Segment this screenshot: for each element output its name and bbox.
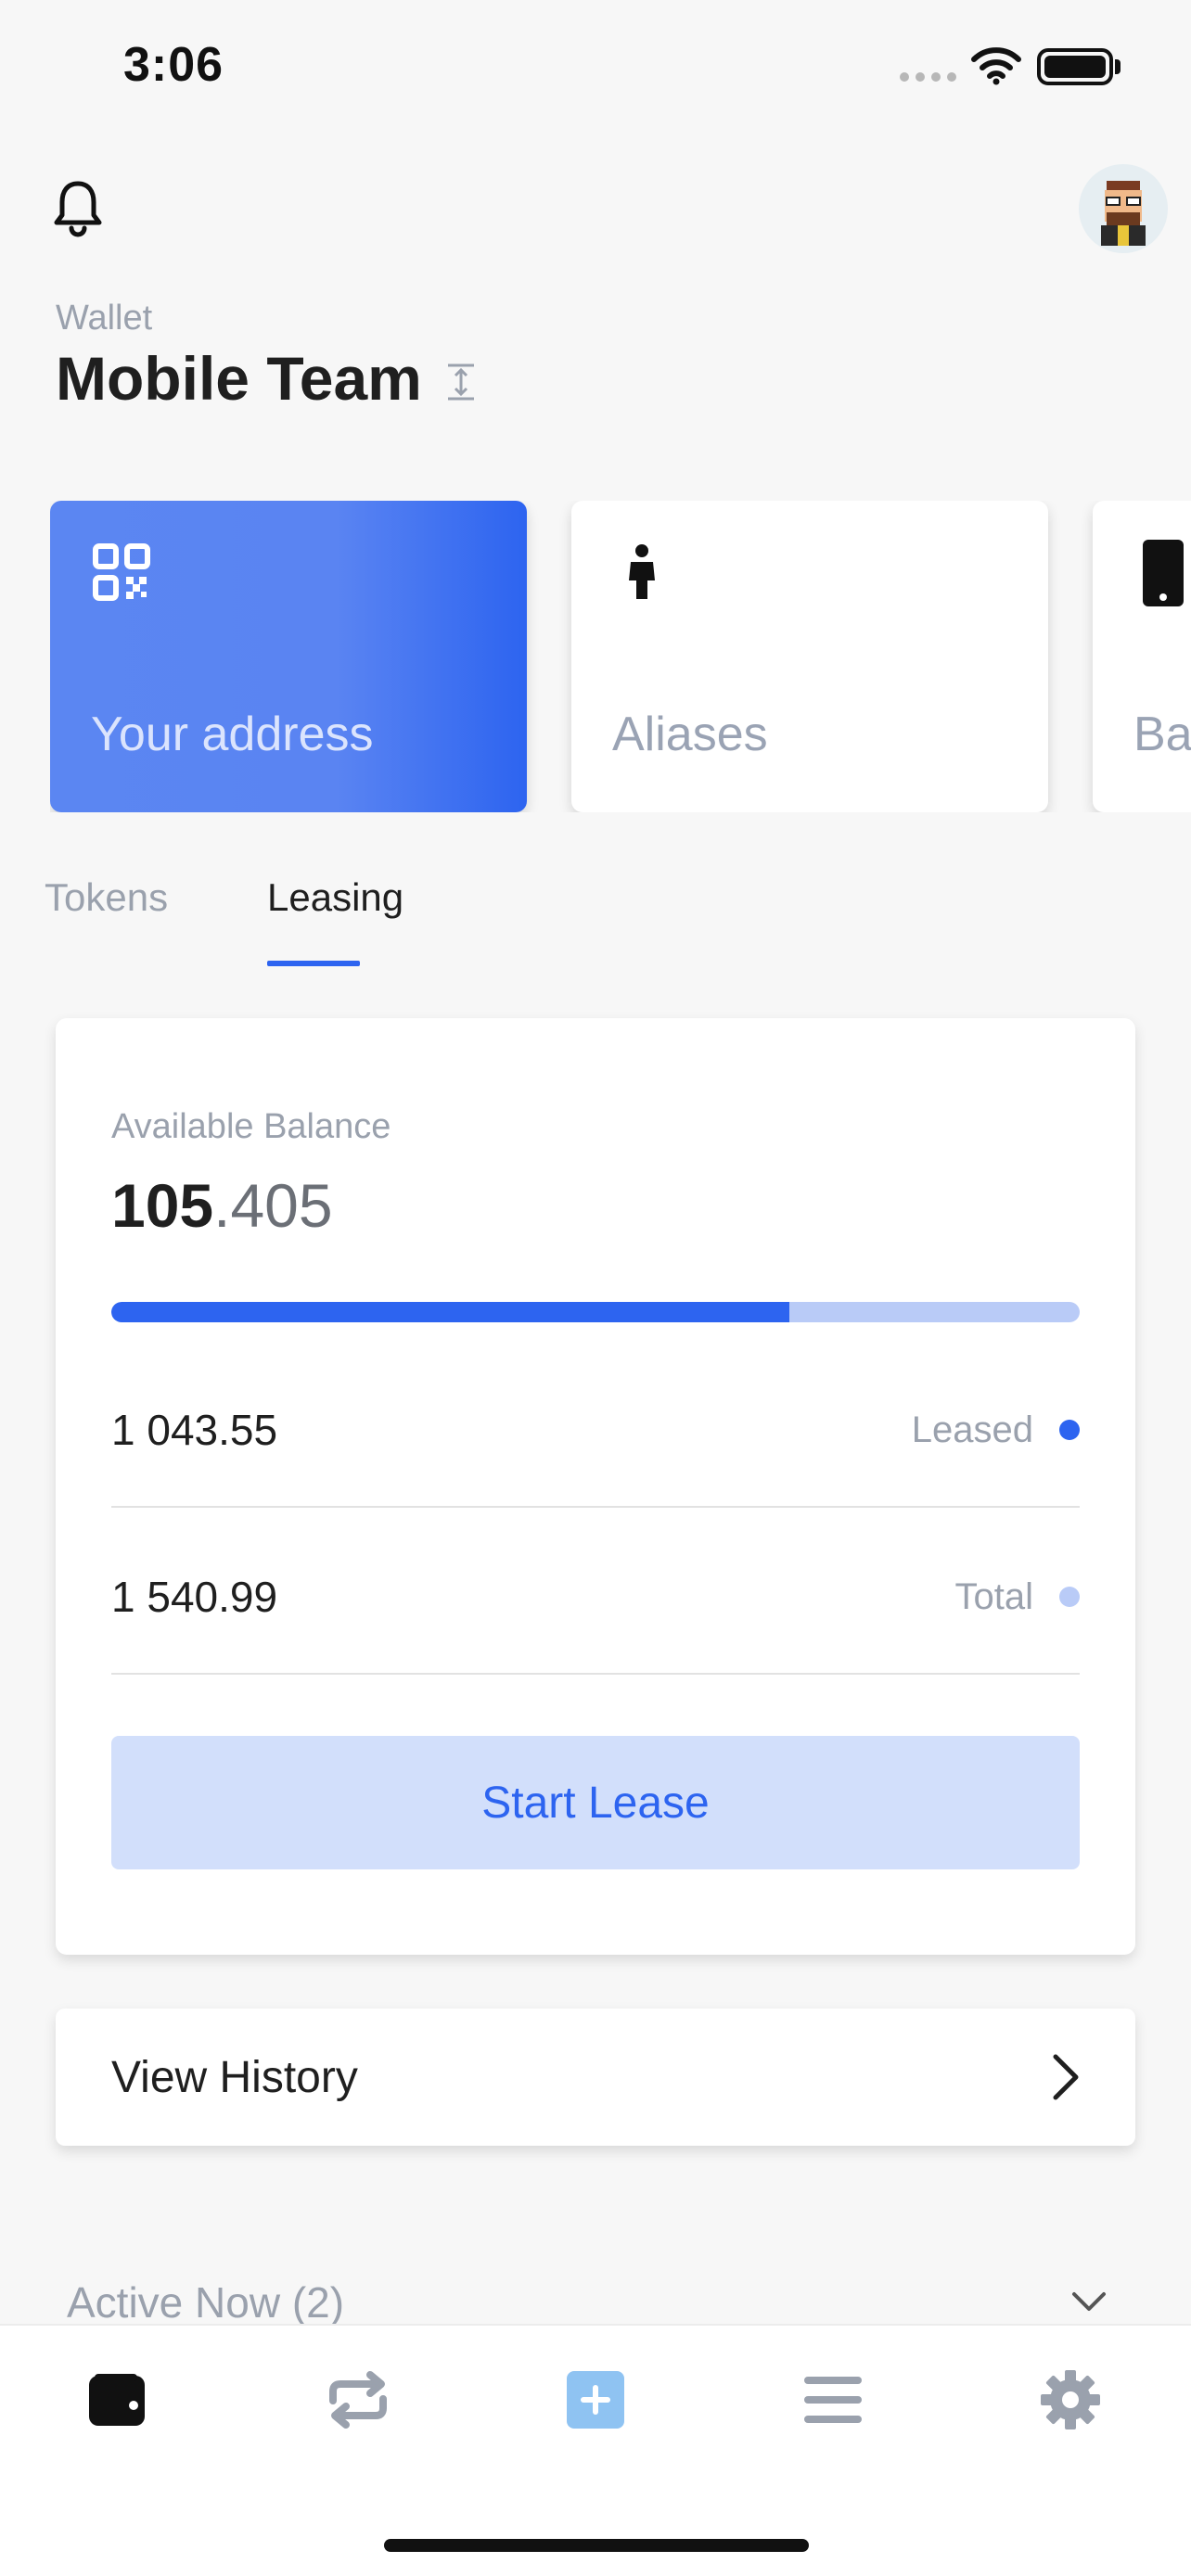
backup-label: Ba [1133,708,1191,761]
nav-wallet[interactable] [82,2363,156,2437]
avatar[interactable] [1079,164,1168,253]
tab-leasing[interactable]: Leasing [267,875,403,920]
available-balance-label: Available Balance [111,1107,391,1146]
lease-progress-bar [111,1302,1080,1322]
nav-exchange[interactable] [321,2363,395,2437]
your-address-label: Your address [91,708,374,761]
view-history-button[interactable]: View History [56,2009,1135,2146]
avatar-image [1101,181,1146,246]
divider [111,1506,1080,1508]
exchange-icon [329,2371,387,2429]
leased-row: 1 043.55 Leased [111,1402,1080,1458]
nav-menu[interactable] [796,2363,870,2437]
your-address-card[interactable]: Your address [50,501,527,812]
leased-label: Leased [911,1409,1033,1450]
wallet-name: Mobile Team [56,344,422,413]
available-balance-int: 105 [111,1171,214,1240]
divider [111,1673,1080,1675]
total-dot [1059,1587,1080,1607]
wallet-icon [89,2374,145,2426]
wallet-switcher[interactable]: Mobile Team [56,343,480,414]
tab-tokens[interactable]: Tokens [45,875,168,920]
signal-icon [900,72,956,82]
qr-code-icon [93,543,150,601]
chevron-down-icon[interactable] [1070,2290,1108,2313]
leasing-balance-card: Available Balance 105.405 1 043.55 Lease… [56,1018,1135,1955]
total-value: 1 540.99 [111,1573,278,1621]
nav-settings[interactable] [1033,2363,1108,2437]
menu-icon [804,2377,862,2423]
battery-icon [1037,48,1113,85]
switch-wallet-icon [447,363,474,401]
aliases-label: Aliases [612,708,768,761]
available-balance-value: 105.405 [111,1170,333,1241]
active-now-header[interactable]: Active Now (2) [67,2277,344,2327]
tab-active-indicator [267,961,360,966]
battery-cap [1115,59,1121,74]
nav-add[interactable] [558,2363,633,2437]
backup-card[interactable]: Ba [1093,501,1191,812]
chevron-right-icon [1053,2054,1079,2100]
person-icon [629,544,655,599]
add-icon [567,2371,624,2429]
available-balance-dec: .405 [213,1171,333,1240]
phone-icon [1143,540,1184,606]
wifi-icon [971,47,1021,85]
lease-progress-fill [111,1302,789,1322]
settings-icon [1041,2370,1100,2429]
total-label: Total [954,1575,1034,1617]
start-lease-button[interactable]: Start Lease [111,1736,1080,1869]
leased-dot [1059,1420,1080,1440]
aliases-card[interactable]: Aliases [571,501,1048,812]
status-time: 3:06 [123,38,224,92]
total-row: 1 540.99 Total [111,1569,1080,1625]
wallet-label: Wallet [56,299,153,338]
view-history-label: View History [111,2052,358,2102]
home-indicator [384,2539,809,2552]
bell-icon[interactable] [52,178,104,237]
leased-value: 1 043.55 [111,1406,278,1454]
quick-actions: Your address Aliases Ba [50,501,1191,812]
